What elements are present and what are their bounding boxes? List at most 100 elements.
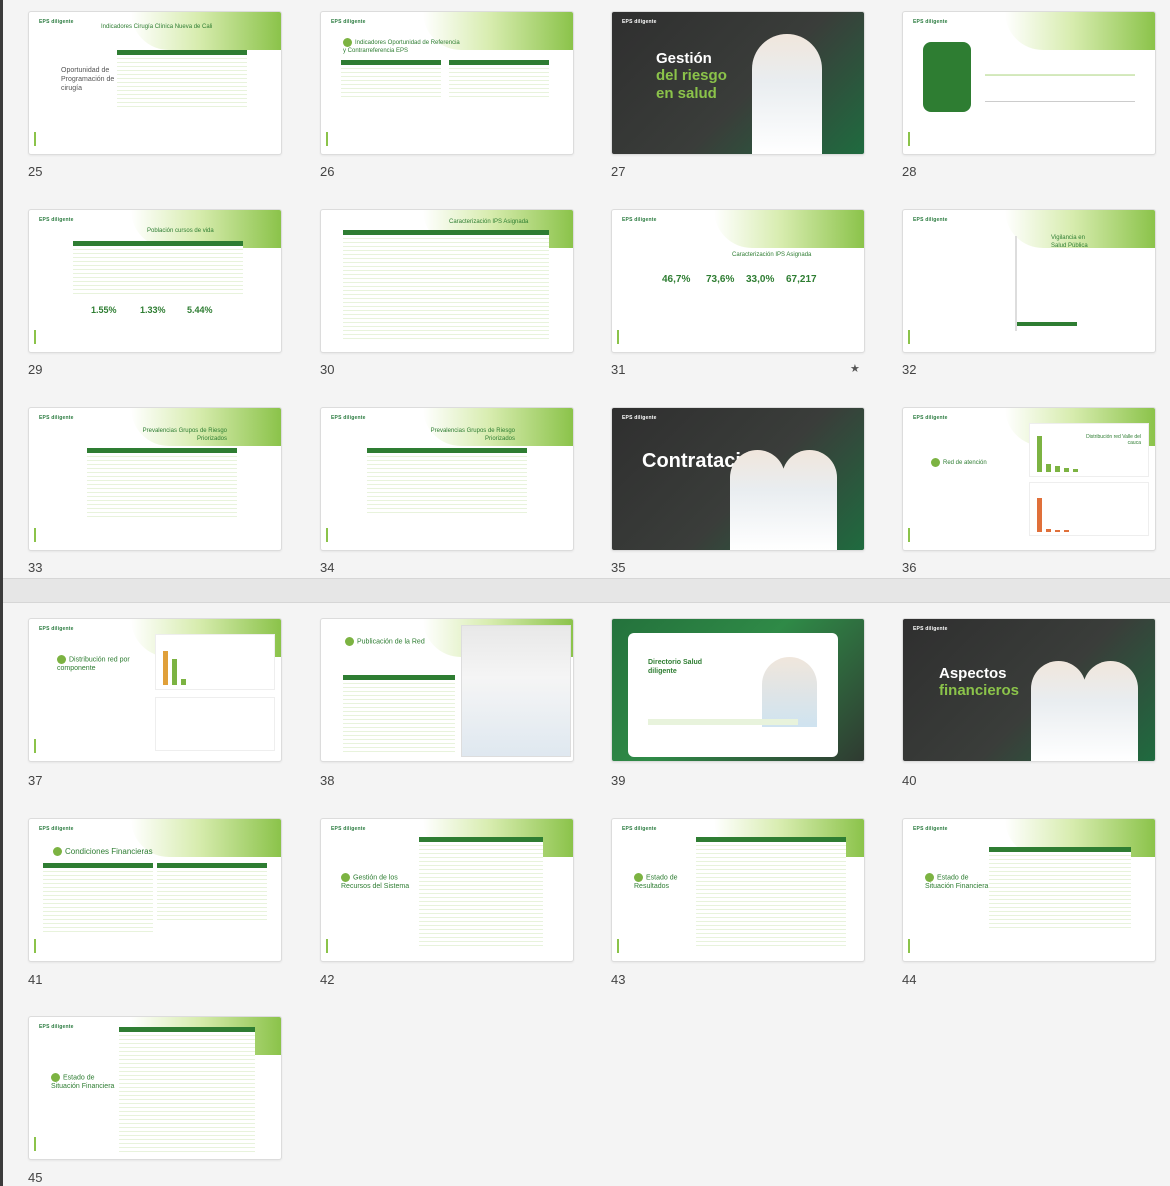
check-icon (925, 873, 934, 882)
green-textbox (923, 42, 971, 112)
slide-thumb-29[interactable]: EPS diligente Población cursos de vida 1… (28, 209, 282, 353)
data-table (119, 1027, 255, 1155)
stat-value: 73,6% (706, 274, 735, 285)
slide-logo: EPS diligente (622, 19, 657, 25)
slide-number-26: 26 (320, 164, 335, 179)
data-table (157, 863, 267, 923)
slide-thumb-40[interactable]: EPS diligente Aspectos financieros (902, 618, 1156, 762)
slide-thumb-27[interactable]: EPS diligente Gestión del riesgo en salu… (611, 11, 865, 155)
slide-logo: EPS diligente (622, 217, 657, 223)
slide-title: Estado de Situación Financiera (925, 873, 989, 891)
slide-accent (714, 210, 864, 248)
slide-thumb-31[interactable]: EPS diligente Caracterización IPS Asigna… (611, 209, 865, 353)
slide-subtitle: Oportunidad de Programación de cirugía (61, 67, 115, 92)
slide-title: Caracterización IPS Asignada (732, 252, 812, 258)
leaf-icon (326, 132, 328, 146)
slide-number-37: 37 (28, 773, 43, 788)
document-scan (343, 675, 455, 755)
leaf-icon (908, 132, 910, 146)
data-table (449, 60, 549, 100)
slide-title: Estado de Situación Financiera (51, 1073, 115, 1091)
slide-title: Indicadores Cirugía Clínica Nueva de Cal… (101, 24, 213, 30)
slide-logo: EPS diligente (39, 19, 74, 25)
doctor-photo (782, 450, 837, 550)
slide-thumb-41[interactable]: EPS diligente Condiciones Financieras (28, 818, 282, 962)
doctor-photo (1031, 661, 1086, 761)
slide-thumb-35[interactable]: EPS diligente Contratación (611, 407, 865, 551)
slide-number-31: 31 (611, 362, 626, 377)
slide-thumb-44[interactable]: EPS diligente Estado de Situación Financ… (902, 818, 1156, 962)
slide-logo: EPS diligente (913, 415, 948, 421)
leaf-icon (617, 330, 619, 344)
bar-chart (163, 645, 186, 685)
slide-number-45: 45 (28, 1170, 43, 1185)
data-table (696, 837, 846, 949)
doctor-photo (1083, 661, 1138, 761)
slide-logo: EPS diligente (331, 826, 366, 832)
data-table (989, 847, 1131, 931)
check-icon (53, 847, 62, 857)
check-icon (634, 873, 643, 882)
stat-value: 1.55% (91, 305, 117, 315)
slide-logo: EPS diligente (39, 626, 74, 632)
bar-chart (1037, 494, 1069, 532)
slide-thumb-38[interactable]: Publicación de la Red (320, 618, 574, 762)
slide-title: Aspectos financieros (939, 665, 1020, 700)
slide-thumb-42[interactable]: EPS diligente Gestión de los Recursos de… (320, 818, 574, 962)
slide-logo: EPS diligente (913, 19, 948, 25)
slide-thumb-43[interactable]: EPS diligente Estado de Resultados (611, 818, 865, 962)
slide-title: Publicación de la Red (345, 637, 425, 647)
slide-title: Población cursos de vida (147, 228, 214, 234)
slide-thumb-37[interactable]: EPS diligente Distribución red por compo… (28, 618, 282, 762)
slide-number-32: 32 (902, 362, 917, 377)
slide-thumb-39[interactable]: Directorio Salud diligente (611, 618, 865, 762)
chart-bar (1017, 322, 1077, 326)
slide-thumb-30[interactable]: Caracterización IPS Asignada (320, 209, 574, 353)
leaf-icon (326, 528, 328, 542)
slide-title: Caracterización IPS Asignada (449, 219, 529, 225)
slide-number-30: 30 (320, 362, 335, 377)
slide-logo: EPS diligente (39, 826, 74, 832)
leaf-icon (34, 939, 36, 953)
doctor-photo (752, 34, 822, 154)
slide-title: Gestión de los Recursos del Sistema (341, 873, 410, 891)
stat-value: 33,0% (746, 274, 775, 285)
data-table (43, 863, 153, 933)
data-table (73, 241, 243, 296)
leaf-icon (617, 939, 619, 953)
leaf-icon (34, 528, 36, 542)
slide-number-29: 29 (28, 362, 43, 377)
slide-number-34: 34 (320, 560, 335, 575)
slide-logo: EPS diligente (913, 826, 948, 832)
chart-title: Distribución red Valle del cauca (1086, 434, 1141, 447)
slide-thumb-25[interactable]: EPS diligente Indicadores Cirugía Clínic… (28, 11, 282, 155)
data-table (419, 837, 543, 947)
slide-thumb-34[interactable]: EPS diligente Prevalencias Grupos de Rie… (320, 407, 574, 551)
leaf-icon (908, 528, 910, 542)
slide-logo: EPS diligente (622, 415, 657, 421)
slide-accent (131, 819, 281, 857)
slide-title: Distribución red por componente (57, 655, 130, 673)
data-table (341, 60, 441, 100)
slide-accent (1005, 12, 1155, 50)
slide-thumb-45[interactable]: EPS diligente Estado de Situación Financ… (28, 1016, 282, 1160)
slide-thumb-36[interactable]: EPS diligente Red de atención Distribuci… (902, 407, 1156, 551)
slide-title: Condiciones Financieras (53, 847, 153, 857)
slide-number-36: 36 (902, 560, 917, 575)
scroll-divider (0, 578, 1170, 603)
slide-thumb-32[interactable]: EPS diligente Vigilancia en Salud Públic… (902, 209, 1156, 353)
slide-logo: EPS diligente (331, 19, 366, 25)
stat-value: 5.44% (187, 305, 213, 315)
stat-value: 67,217 (786, 274, 817, 285)
slide-thumb-26[interactable]: EPS diligente Indicadores Oportunidad de… (320, 11, 574, 155)
slide-logo: EPS diligente (39, 217, 74, 223)
check-icon (343, 38, 352, 47)
slide-logo: EPS diligente (39, 415, 74, 421)
data-table (343, 230, 549, 340)
slide-thumb-33[interactable]: EPS diligente Prevalencias Grupos de Rie… (28, 407, 282, 551)
slide-title: Gestión del riesgo en salud (656, 50, 727, 102)
slide-thumb-28[interactable]: EPS diligente (902, 11, 1156, 155)
slide-logo: EPS diligente (331, 415, 366, 421)
star-icon[interactable]: ★ (850, 362, 860, 375)
leaf-icon (908, 330, 910, 344)
